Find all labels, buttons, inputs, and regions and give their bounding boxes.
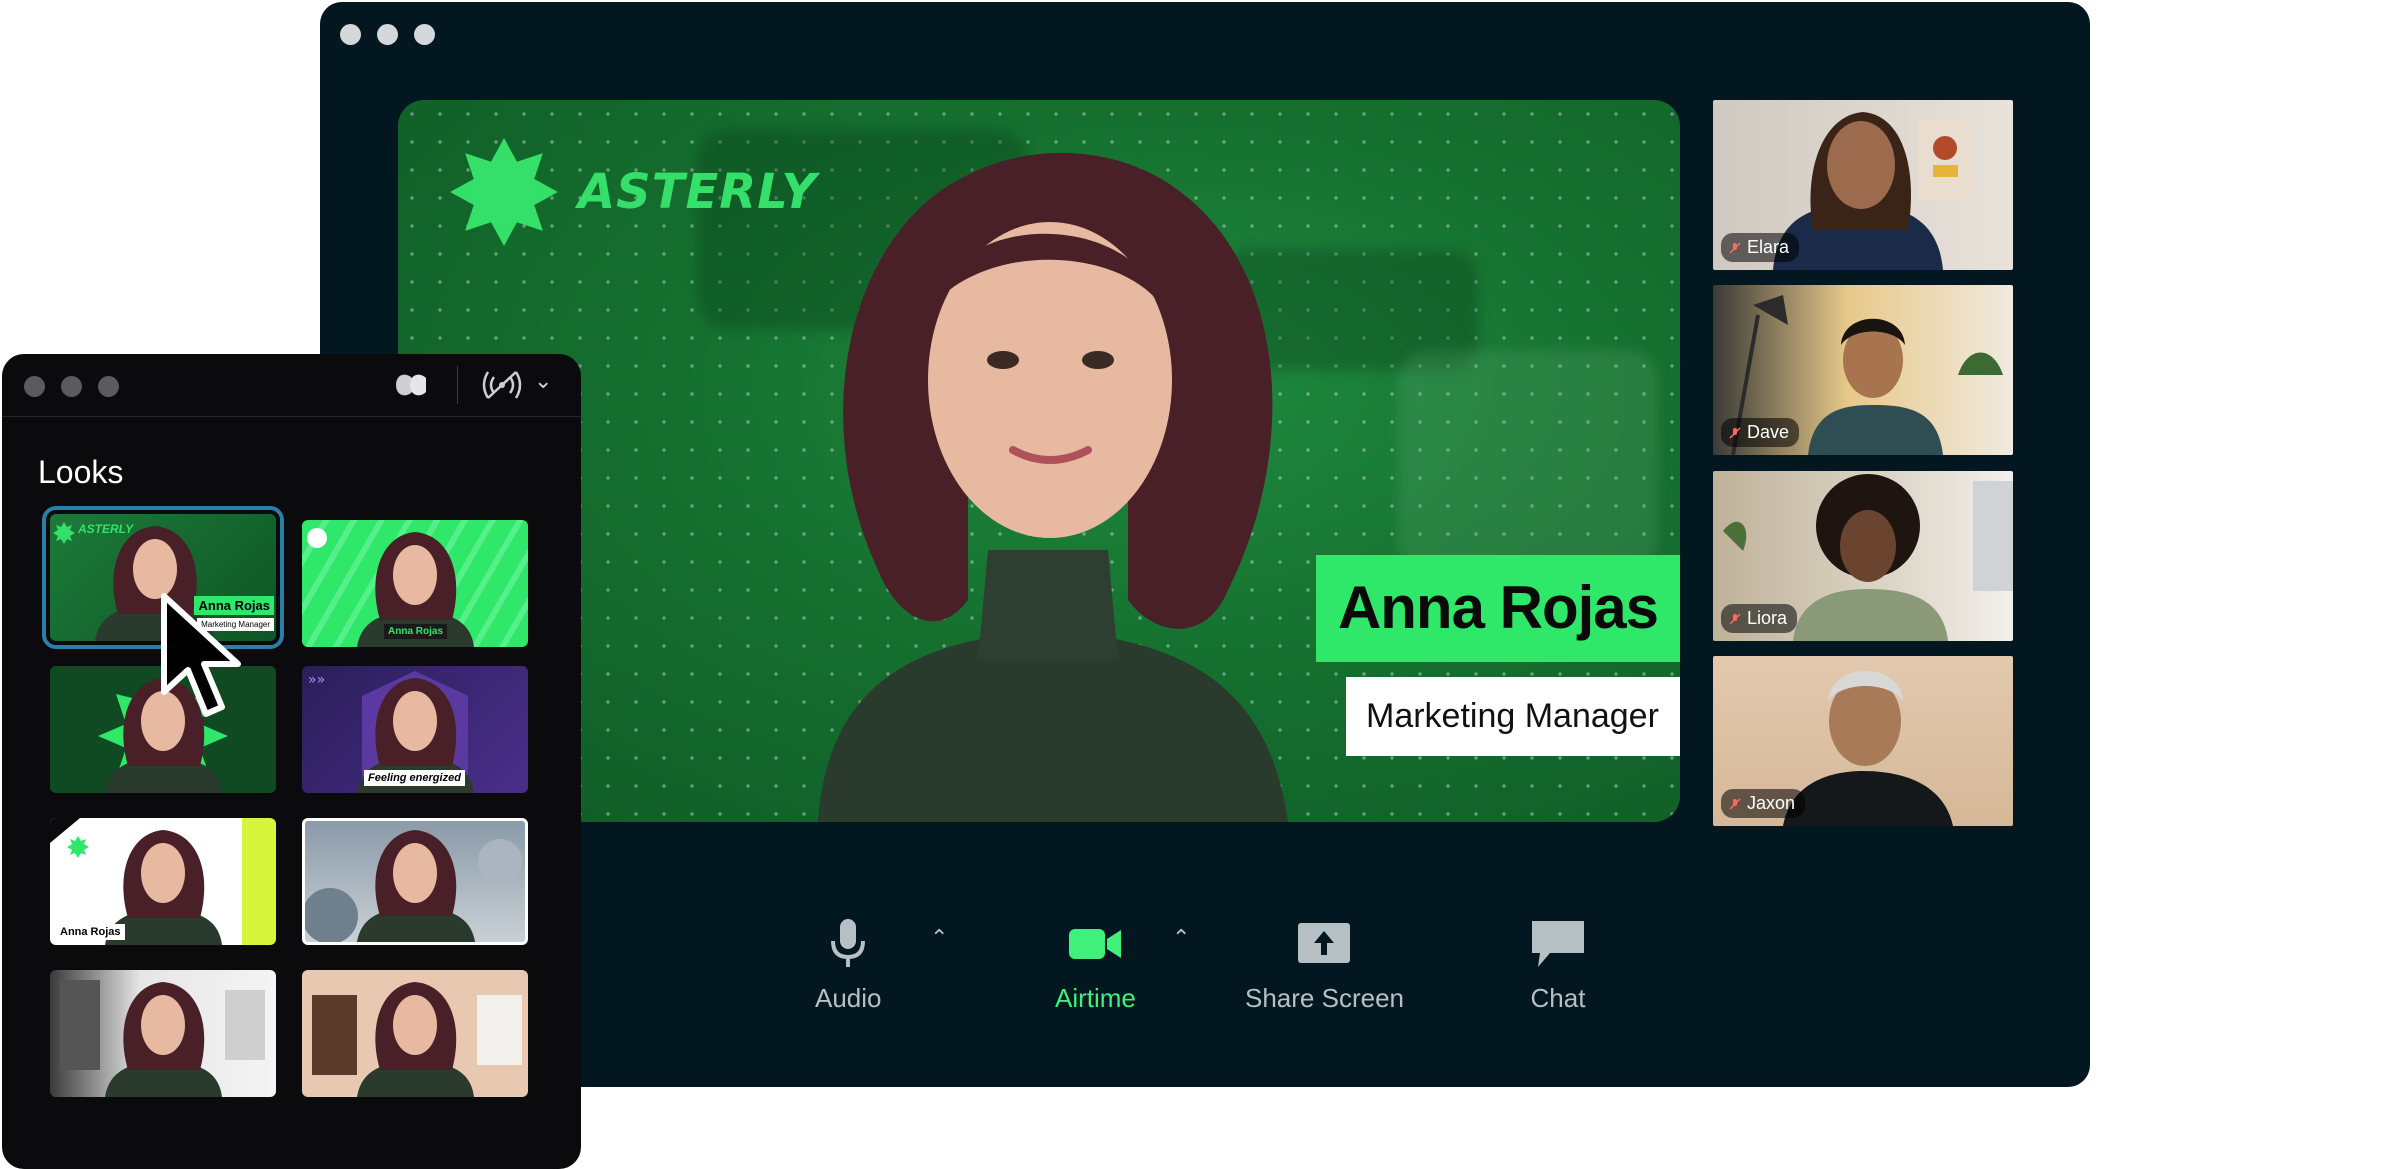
minimize-window-dot[interactable] bbox=[61, 376, 82, 397]
participant-name: Dave bbox=[1747, 422, 1790, 442]
speaker-video bbox=[818, 152, 1288, 822]
participant-label: Dave bbox=[1721, 418, 1800, 447]
maximize-window-dot[interactable] bbox=[414, 24, 435, 45]
participant-tile-liora[interactable]: Liora bbox=[1713, 471, 2013, 641]
speaker-name: Anna Rojas bbox=[1337, 574, 1659, 641]
muted-mic-icon bbox=[1729, 426, 1741, 439]
close-window-dot[interactable] bbox=[24, 376, 45, 397]
speaker-title-banner: Marketing Manager bbox=[1346, 677, 1680, 756]
svg-text:»»: »» bbox=[308, 672, 325, 688]
video-camera-icon bbox=[1069, 929, 1122, 959]
share-screen-icon bbox=[1298, 923, 1351, 963]
look-thumbnail-2[interactable]: Anna Rojas bbox=[302, 520, 528, 647]
chat-bubble-icon bbox=[1532, 921, 1584, 967]
call-window: ASTERLY Anna Rojas Marketing Manager Ela… bbox=[320, 2, 2090, 1087]
look-name: Anna Rojas bbox=[384, 624, 448, 639]
close-window-dot[interactable] bbox=[340, 24, 361, 45]
look-thumbnail-7[interactable] bbox=[50, 970, 276, 1097]
participant-name: Elara bbox=[1747, 237, 1790, 257]
audio-options-caret-icon[interactable]: ⌃ bbox=[930, 925, 948, 951]
speaker-name-banner: Anna Rojas bbox=[1315, 555, 1680, 662]
look-caption: Feeling energized bbox=[364, 770, 465, 786]
maximize-window-dot[interactable] bbox=[98, 376, 119, 397]
participant-tile-elara[interactable]: Elara bbox=[1713, 100, 2013, 270]
audio-label: Audio bbox=[815, 983, 882, 1013]
look-name: Anna Rojas bbox=[56, 924, 125, 940]
look-thumbnail-4[interactable]: »» Feeling energized bbox=[302, 666, 528, 793]
participant-tile-dave[interactable]: Dave bbox=[1713, 285, 2013, 455]
microphone-icon bbox=[831, 919, 866, 967]
look-brand: ASTERLY bbox=[78, 522, 134, 536]
muted-mic-icon bbox=[1729, 241, 1741, 254]
star-logo-icon bbox=[450, 138, 558, 246]
window-controls bbox=[24, 376, 119, 397]
main-stage-video: ASTERLY Anna Rojas Marketing Manager bbox=[398, 100, 1680, 822]
look-thumbnail-5[interactable]: Anna Rojas bbox=[50, 818, 276, 945]
participant-label: Liora bbox=[1721, 604, 1798, 633]
look-preview bbox=[305, 830, 522, 942]
share-screen-button[interactable]: Share Screen bbox=[1245, 917, 1404, 1014]
look-preview bbox=[312, 982, 522, 1097]
speaker-title: Marketing Manager bbox=[1366, 697, 1659, 735]
chat-button[interactable]: Chat bbox=[1528, 917, 1588, 1014]
share-screen-label: Share Screen bbox=[1245, 983, 1404, 1013]
call-controls: Audio ⌃ Airtime ⌃ Share Screen Chat bbox=[320, 917, 2090, 1037]
look-thumbnail-6[interactable] bbox=[302, 818, 528, 945]
muted-mic-icon bbox=[1729, 797, 1741, 810]
app-logo-icon[interactable] bbox=[392, 368, 432, 402]
looks-window-titlebar: ⌄ bbox=[2, 354, 581, 417]
video-options-caret-icon[interactable]: ⌃ bbox=[1172, 925, 1190, 951]
chevron-down-icon[interactable]: ⌄ bbox=[534, 368, 552, 394]
participant-label: Jaxon bbox=[1721, 789, 1806, 818]
look-thumbnail-8[interactable] bbox=[302, 970, 528, 1097]
participant-name: Liora bbox=[1747, 608, 1788, 628]
toolbar-divider bbox=[457, 366, 458, 404]
audio-button[interactable]: Audio bbox=[815, 917, 882, 1014]
participant-label: Elara bbox=[1721, 233, 1800, 262]
airtime-label: Airtime bbox=[1055, 983, 1136, 1013]
looks-heading: Looks bbox=[38, 454, 124, 490]
look-preview bbox=[60, 980, 265, 1097]
muted-mic-icon bbox=[1729, 612, 1741, 625]
window-controls bbox=[340, 24, 435, 45]
chat-label: Chat bbox=[1530, 983, 1586, 1013]
participant-tile-jaxon[interactable]: Jaxon bbox=[1713, 656, 2013, 826]
participant-name: Jaxon bbox=[1747, 793, 1796, 813]
airtime-button[interactable]: Airtime bbox=[1055, 917, 1136, 1014]
broadcast-icon[interactable] bbox=[482, 370, 522, 400]
minimize-window-dot[interactable] bbox=[377, 24, 398, 45]
mouse-cursor-icon bbox=[161, 593, 241, 717]
looks-window: ⌄ Looks ASTERLY Anna Rojas Marketing Man… bbox=[2, 354, 581, 1169]
